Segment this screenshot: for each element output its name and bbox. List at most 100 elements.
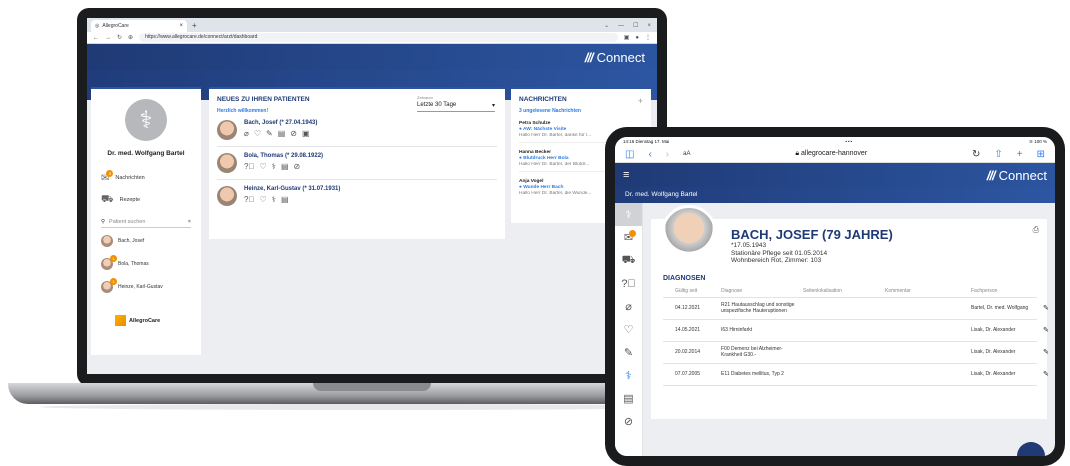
forward-icon[interactable]: →	[105, 35, 111, 41]
lock-icon: 🔒︎	[795, 150, 800, 157]
doctor-avatar-caduceus-icon: ⚕	[125, 99, 167, 141]
rail-messages-icon[interactable]: ✉	[615, 226, 642, 249]
document-icon[interactable]: ▤	[281, 195, 289, 204]
new-tab-button[interactable]: +	[192, 20, 197, 32]
column-header[interactable]: Kommentar	[885, 288, 971, 294]
stethoscope-icon[interactable]: ⚕	[272, 162, 276, 171]
profile-icon[interactable]: ●	[635, 35, 639, 41]
rail-pen-icon[interactable]: ✎	[615, 341, 642, 364]
news-patient-row[interactable]: Bach, Josef (* 27.04.1943) ⌀ ♡ ✎ ▤ ⊘ ▣	[217, 114, 497, 147]
table-row[interactable]: 04.12.2021 R21 Hautausschlag und sonstig…	[663, 298, 1049, 320]
news-icons: ?⃝ ♡ ⚕ ▤ ⊘	[244, 162, 323, 171]
tab-overview-icon[interactable]: ⊞	[1037, 149, 1045, 160]
patient-avatar	[101, 235, 113, 247]
tab-search-button[interactable]: ⌄	[604, 20, 609, 32]
time-range-select[interactable]: Zeitraum Letzte 30 Tage ▾	[417, 95, 495, 112]
rail-question-icon[interactable]: ?⃝	[615, 272, 642, 295]
maximize-button[interactable]: ☐	[633, 20, 638, 32]
column-header[interactable]: Fachperson	[971, 288, 1043, 294]
heart-rate-icon[interactable]: ♡	[254, 129, 261, 138]
print-icon[interactable]: ⎙	[1033, 225, 1039, 235]
rail-pill-icon[interactable]: ⊘	[615, 410, 642, 433]
column-header[interactable]: Diagnose	[721, 288, 803, 294]
heart-rate-icon[interactable]: ♡	[259, 195, 266, 204]
hamburger-menu-icon[interactable]: ≡	[623, 169, 629, 181]
search-input[interactable]: Patient suchen	[109, 219, 145, 225]
news-patient-row[interactable]: Heinze, Karl-Gustav (* 31.07.1931) ?⃝ ♡ …	[217, 180, 497, 212]
sidebar-patient-item[interactable]: 1 Bola, Thomas	[91, 254, 201, 274]
share-icon[interactable]: ⇧	[994, 149, 1002, 160]
sidepanel-icon[interactable]: ▣	[624, 34, 630, 41]
new-message-button[interactable]: +	[638, 96, 643, 106]
rail-messages-badge	[629, 230, 636, 237]
patient-room: Wohnbereich Rot, Zimmer: 103	[731, 257, 822, 264]
messages-header: NACHRICHTEN +	[519, 96, 643, 106]
clear-search-icon[interactable]: ×	[188, 219, 191, 225]
patient-search[interactable]: ⚲ Patient suchen ×	[101, 219, 191, 228]
diagnoses-table: Gültig seit Diagnose Seitenlokalisation …	[663, 286, 1049, 386]
pen-icon[interactable]: ✎	[266, 129, 273, 138]
edit-pencil-icon[interactable]: ✎	[1043, 370, 1053, 378]
question-icon[interactable]: ?⃝	[244, 195, 254, 204]
table-row[interactable]: 20.02.2014 F00 Demenz bei Alzheimer-Kran…	[663, 342, 1049, 364]
heart-rate-icon[interactable]: ♡	[259, 162, 266, 171]
news-patient-name[interactable]: Bola, Thomas (* 29.08.1922)	[244, 153, 323, 159]
back-icon[interactable]: ‹	[648, 149, 651, 160]
minimize-button[interactable]: —	[618, 20, 624, 32]
question-icon[interactable]: ?⃝	[244, 162, 254, 171]
floating-action-button[interactable]	[1017, 442, 1045, 456]
document-icon[interactable]: ▤	[278, 129, 286, 138]
rail-stethoscope-icon[interactable]: ⚕	[615, 364, 642, 387]
browser-menu-icon[interactable]: ⋮	[645, 34, 651, 41]
patient-header: BACH, JOSEF (79 JAHRE) *17.05.1943 Stati…	[651, 205, 1047, 265]
bandage-icon[interactable]: ⌀	[244, 129, 249, 138]
rail-home-caduceus-icon[interactable]: ⚕	[615, 203, 642, 226]
stethoscope-icon[interactable]: ⚕	[272, 195, 276, 204]
news-patient-name[interactable]: Heinze, Karl-Gustav (* 31.07.1931)	[244, 186, 340, 192]
rail-prescriptions-icon[interactable]: ⛟	[615, 249, 642, 272]
browser-toolbar: ← → ↻ ⊕ https://www.allegrocare.de/conne…	[87, 32, 657, 44]
reload-icon[interactable]: ↻	[117, 34, 122, 41]
sidebar-toggle-icon[interactable]: ◫	[625, 149, 634, 160]
connect-logo-icon: ///	[986, 167, 996, 183]
messages-title: NACHRICHTEN	[519, 96, 567, 103]
news-patient-name[interactable]: Bach, Josef (* 27.04.1943)	[244, 120, 317, 126]
dropdown-caret-icon: ▾	[491, 103, 495, 109]
back-icon[interactable]: ←	[93, 35, 99, 41]
rail-bandage-icon[interactable]: ⌀	[615, 295, 642, 318]
address-bar[interactable]: 🔒︎ allegrocare-hannover	[704, 150, 958, 158]
sidebar-item-label: Rezepte	[119, 197, 141, 203]
sidebar-patient-item[interactable]: Bach, Josef	[91, 231, 201, 251]
address-bar[interactable]: https://www.allegrocare.de/connect/arzt/…	[139, 33, 618, 42]
table-row[interactable]: 07.07.2005 E11 Diabetes mellitus, Typ 2 …	[663, 364, 1049, 386]
sidebar-item-messages[interactable]: ✉ 3 Nachrichten	[101, 167, 201, 189]
rail-heart-rate-icon[interactable]: ♡	[615, 318, 642, 341]
pill-icon[interactable]: ⊘	[294, 162, 301, 171]
sidebar-patient-item[interactable]: 1 Heinze, Karl-Gustav	[91, 277, 201, 297]
photo-icon[interactable]: ▣	[302, 129, 310, 138]
forward-icon[interactable]: ›	[666, 149, 669, 160]
reader-options-button[interactable]: aA	[683, 151, 690, 157]
site-info-icon[interactable]: ⊕	[128, 34, 133, 41]
sidebar-item-prescriptions[interactable]: ⛟ Rezepte	[101, 189, 201, 211]
tab-close-button[interactable]: ×	[179, 23, 183, 29]
table-row[interactable]: 14.05.2021 I63 Hirninfarkt Lisak, Dr. Al…	[663, 320, 1049, 342]
document-icon[interactable]: ▤	[281, 162, 289, 171]
edit-pencil-icon[interactable]: ✎	[1043, 304, 1053, 312]
cell-person: Lisak, Dr. Alexander	[971, 349, 1016, 355]
search-icon: ⚲	[101, 219, 106, 225]
edit-pencil-icon[interactable]: ✎	[1043, 348, 1053, 356]
news-patient-row[interactable]: Bola, Thomas (* 29.08.1922) ?⃝ ♡ ⚕ ▤ ⊘	[217, 147, 497, 180]
rail-document-icon[interactable]: ▤	[615, 387, 642, 410]
doctor-bar: Dr. med. Wolfgang Bartel	[615, 187, 1055, 203]
edit-pencil-icon[interactable]: ✎	[1043, 326, 1053, 334]
column-header[interactable]: Seitenlokalisation	[803, 288, 885, 294]
new-tab-icon[interactable]: +	[1017, 149, 1023, 160]
column-header[interactable]: Gültig seit	[675, 288, 721, 294]
patient-photo	[217, 120, 237, 140]
pill-icon[interactable]: ⊘	[290, 129, 297, 138]
close-window-button[interactable]: ×	[647, 20, 651, 32]
time-range-value[interactable]: Letzte 30 Tage ▾	[417, 100, 495, 112]
browser-tab[interactable]: ◎ AllegroCare ×	[91, 20, 187, 32]
reload-icon[interactable]: ↻	[972, 149, 980, 160]
